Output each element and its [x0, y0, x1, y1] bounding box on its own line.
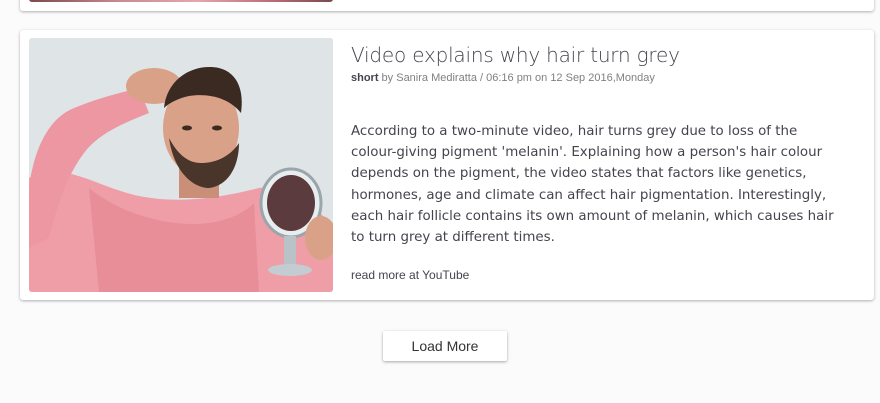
news-body: According to a two-minute video, hair tu…	[351, 124, 834, 246]
previous-news-image	[29, 0, 333, 2]
news-title[interactable]: Video explains why hair turn grey	[351, 43, 680, 67]
news-byline: short by Sanira Mediratta / 06:16 pm on …	[351, 72, 655, 84]
news-image	[29, 38, 333, 292]
author-date: by Sanira Mediratta / 06:16 pm on 12 Sep…	[378, 72, 655, 84]
previous-news-card	[20, 0, 874, 11]
news-card: Video explains why hair turn grey short …	[20, 30, 874, 300]
read-more-prefix: read more at	[351, 268, 423, 282]
read-more-source-link[interactable]: YouTube	[422, 268, 469, 282]
page: Video explains why hair turn grey short …	[0, 0, 880, 403]
read-more: read more at YouTube	[351, 268, 469, 282]
category-tag: short	[351, 72, 379, 84]
load-more-button[interactable]: Load More	[383, 331, 507, 361]
